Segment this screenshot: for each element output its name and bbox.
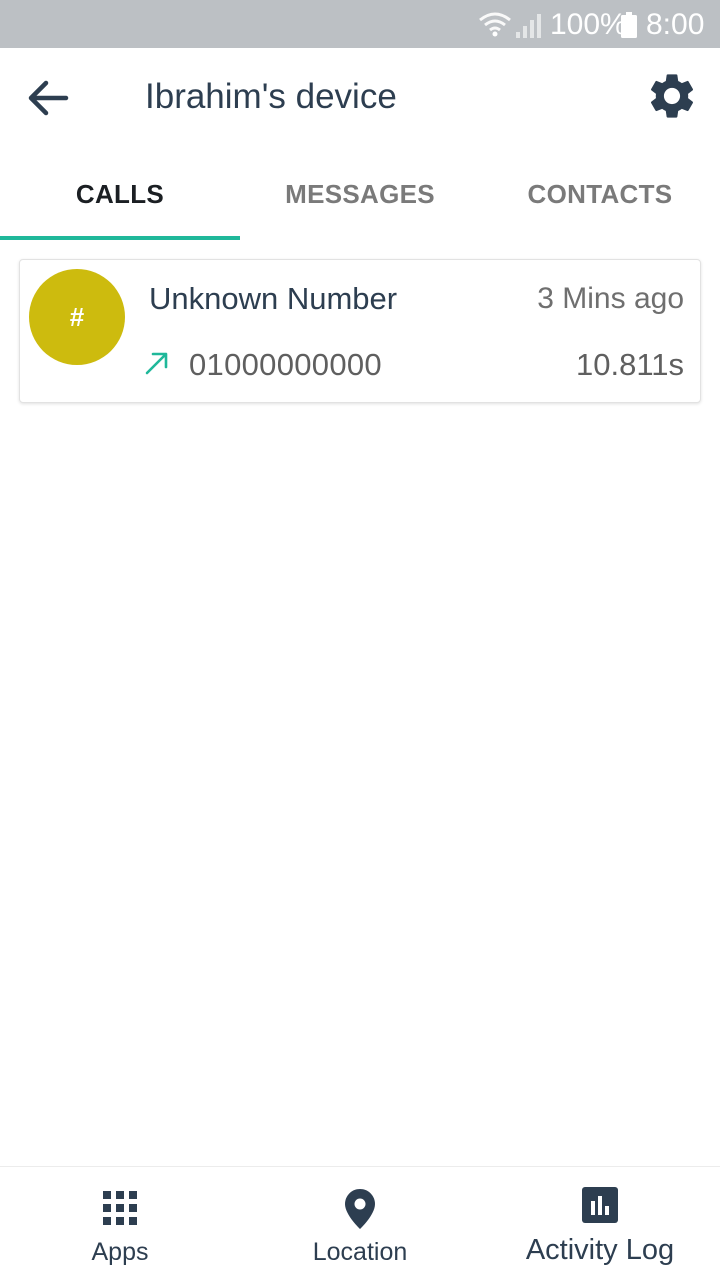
tab-calls[interactable]: CALLS: [0, 148, 240, 240]
bar-chart-icon: [582, 1187, 618, 1223]
arrow-up-right-icon: [145, 352, 168, 375]
bottom-nav: Apps Location Activity Log: [0, 1166, 720, 1280]
battery-percent: 100%: [550, 8, 627, 41]
call-list-item[interactable]: # Unknown Number 3 Mins ago 01000000000 …: [19, 259, 701, 403]
grid-icon: [103, 1191, 137, 1225]
nav-apps[interactable]: Apps: [0, 1167, 240, 1280]
settings-button[interactable]: [644, 68, 700, 124]
app-bar: Ibrahim's device: [0, 48, 720, 148]
gear-icon: [650, 74, 694, 118]
avatar: #: [29, 269, 125, 365]
nav-location[interactable]: Location: [240, 1167, 480, 1280]
nav-apps-label: Apps: [91, 1238, 149, 1266]
call-number: 01000000000: [189, 347, 382, 382]
battery-icon: [621, 12, 637, 38]
signal-icon: [516, 14, 541, 38]
call-duration: 10.811s: [575, 347, 684, 382]
status-bar: 100% 8:00: [0, 0, 720, 48]
nav-activity-log[interactable]: Activity Log: [480, 1167, 720, 1280]
status-time: 8:00: [646, 8, 705, 41]
call-time-ago: 3 Mins ago: [537, 282, 684, 315]
tab-contacts[interactable]: CONTACTS: [480, 148, 720, 240]
wifi-icon: [479, 12, 511, 37]
tab-messages[interactable]: MESSAGES: [240, 148, 480, 240]
nav-activity-log-label: Activity Log: [525, 1234, 675, 1266]
tab-bar: CALLS MESSAGES CONTACTS: [0, 148, 720, 240]
arrow-left-icon: [28, 80, 69, 116]
page-title: Ibrahim's device: [145, 77, 397, 116]
back-button[interactable]: [20, 70, 76, 126]
caller-name: Unknown Number: [149, 281, 398, 316]
map-pin-icon: [345, 1189, 375, 1229]
nav-location-label: Location: [312, 1238, 408, 1266]
